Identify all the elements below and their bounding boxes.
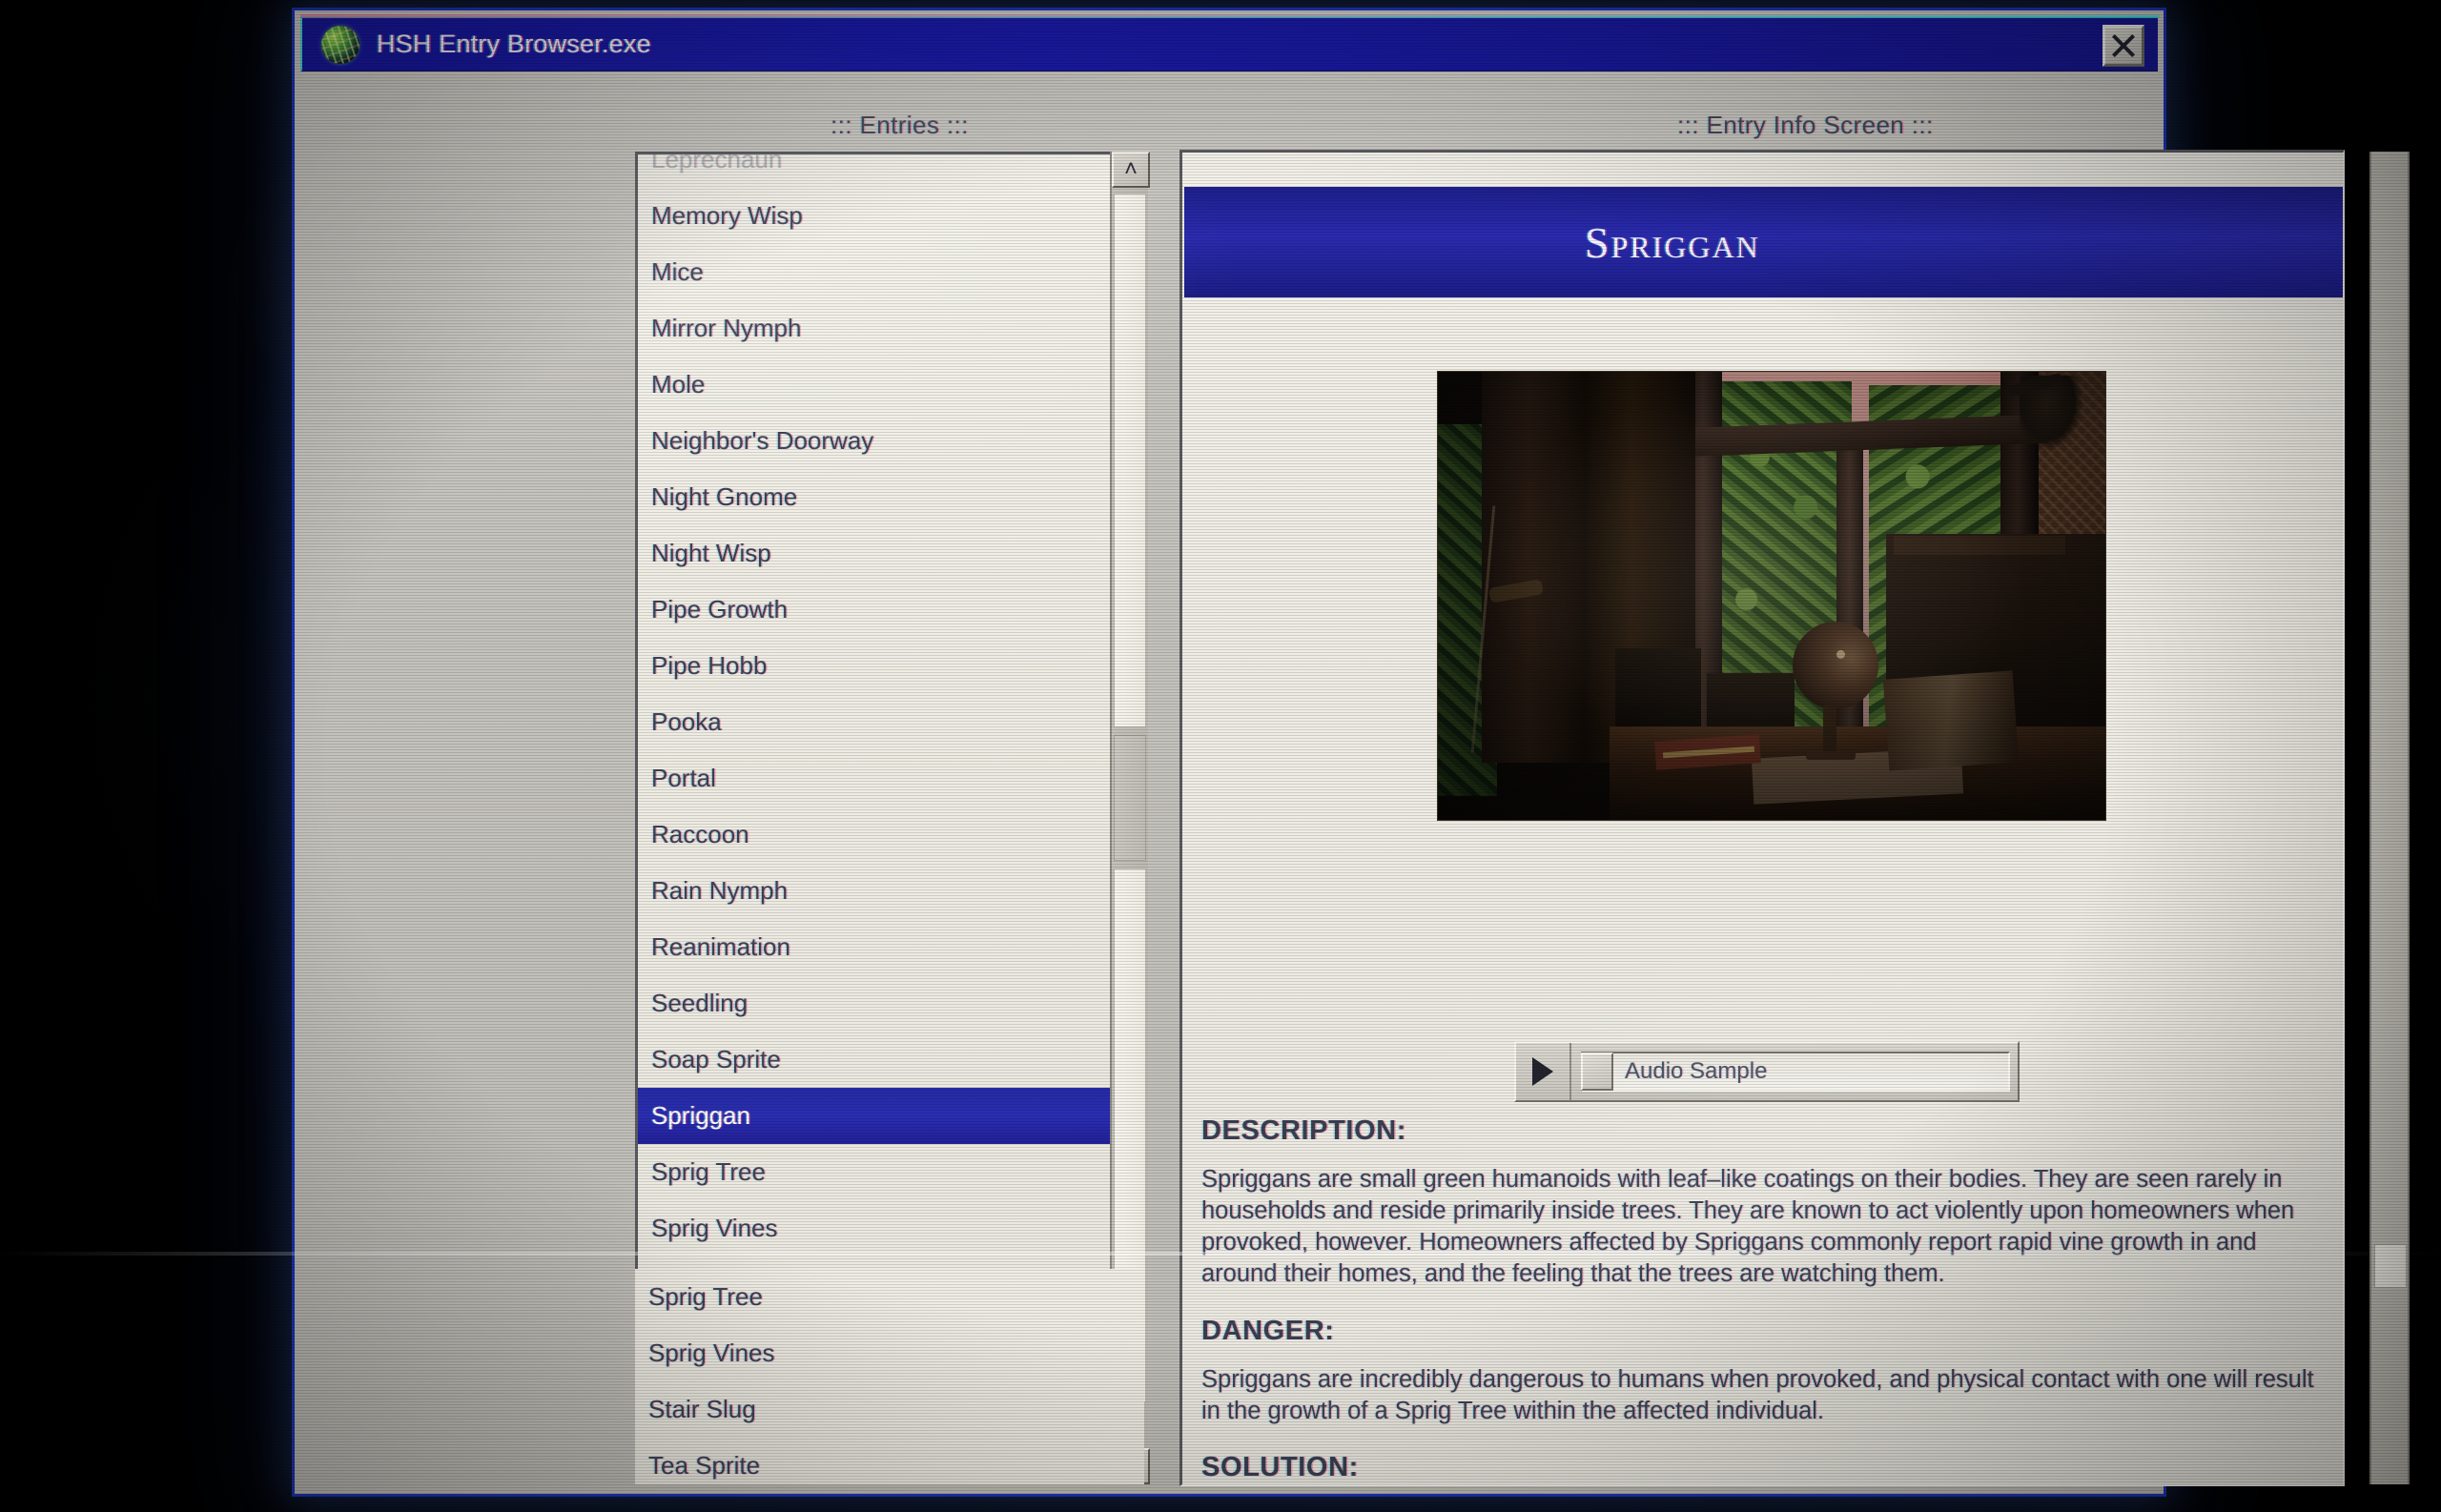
entries-list: Leprechaun Memory Wisp Mice Mirror Nymph Mol… — [638, 154, 1113, 1313]
info-scrollbar[interactable] — [2369, 152, 2410, 1484]
audio-slider[interactable]: Audio Sample — [1581, 1052, 2010, 1092]
list-item[interactable]: Sprig Vines — [638, 1200, 1094, 1257]
audio-player[interactable]: Audio Sample — [1514, 1041, 2020, 1102]
list-item[interactable]: Tea Sprite — [635, 1438, 1144, 1484]
list-item[interactable]: Reanimation — [638, 919, 1094, 975]
entry-photo — [1438, 372, 2105, 820]
list-item[interactable]: Seedling — [638, 975, 1094, 1032]
entries-scroll-track-gap[interactable] — [1114, 735, 1146, 861]
section-heading: DANGER: — [1201, 1315, 1335, 1346]
entries-panel-header: ::: Entries ::: — [831, 111, 969, 139]
section-body: Spriggans are small green humanoids with… — [1201, 1166, 2295, 1288]
list-item[interactable]: Raccoon — [638, 807, 1094, 863]
list-item[interactable]: Pipe Hobb — [638, 638, 1094, 694]
scroll-up-icon[interactable]: ˄ — [1112, 152, 1150, 188]
list-item[interactable]: Mirror Nymph — [638, 300, 1094, 357]
photo-grain — [1438, 372, 2105, 820]
list-item[interactable]: Sprig Tree — [635, 1269, 1144, 1325]
list-item[interactable]: Pipe Growth — [638, 582, 1094, 638]
list-item[interactable]: Night Gnome — [638, 469, 1094, 525]
page-title: Spriggan — [1585, 217, 1760, 267]
info-scroll-thumb[interactable] — [2374, 1244, 2407, 1288]
audio-slider-thumb[interactable] — [1581, 1052, 1613, 1091]
screen-tear-list: Sprig Tree Sprig Vines Stair Slug Tea Sprit… — [635, 1269, 1144, 1484]
list-item[interactable]: Mice — [638, 244, 1094, 300]
list-item[interactable]: Leprechaun — [638, 154, 1094, 188]
info-panel-header: ::: Entry Info Screen ::: — [1677, 111, 1934, 139]
play-triangle — [1532, 1057, 1553, 1086]
list-item[interactable]: Stair Slug — [635, 1381, 1144, 1438]
entry-info-panel: Spriggan Audio Sample DESCRIPTION: Sprig… — [1179, 150, 2345, 1486]
globe-icon — [321, 25, 359, 64]
list-item[interactable]: Mole — [638, 357, 1094, 413]
entry-body: DESCRIPTION: Spriggans are small green hu… — [1201, 1115, 2336, 1484]
list-item[interactable]: Sprig Tree — [638, 1144, 1094, 1200]
list-item[interactable]: Memory Wisp — [638, 188, 1094, 244]
app-window: HSH Entry Browser.exe ::: Entries ::: ::… — [292, 8, 2410, 1497]
audio-sample-label: Audio Sample — [1625, 1058, 1768, 1084]
list-item[interactable]: Night Wisp — [638, 525, 1094, 582]
entries-scroll-thumb[interactable] — [1114, 194, 1146, 727]
title-bar[interactable]: HSH Entry Browser.exe — [300, 14, 2160, 72]
list-item[interactable]: Sprig Vines — [635, 1325, 1144, 1381]
section-body: Spriggans are incredibly dangerous to hu… — [1201, 1365, 2314, 1424]
list-item[interactable]: Portal — [638, 750, 1094, 807]
entry-title-banner: Spriggan — [1184, 187, 2343, 297]
window-title: HSH Entry Browser.exe — [377, 30, 651, 58]
section-heading: SOLUTION: — [1201, 1451, 1359, 1482]
close-icon[interactable] — [2103, 25, 2144, 67]
crt-screen: HSH Entry Browser.exe ::: Entries ::: ::… — [0, 0, 2441, 1512]
list-item[interactable]: Neighbor's Doorway — [638, 413, 1094, 469]
list-item[interactable]: Spriggan — [638, 1088, 1113, 1144]
play-icon[interactable] — [1516, 1043, 1571, 1100]
section-heading: DESCRIPTION: — [1201, 1115, 1407, 1146]
list-item[interactable]: Soap Sprite — [638, 1032, 1094, 1088]
list-item[interactable]: Rain Nymph — [638, 863, 1094, 919]
list-item[interactable]: Pooka — [638, 694, 1094, 750]
